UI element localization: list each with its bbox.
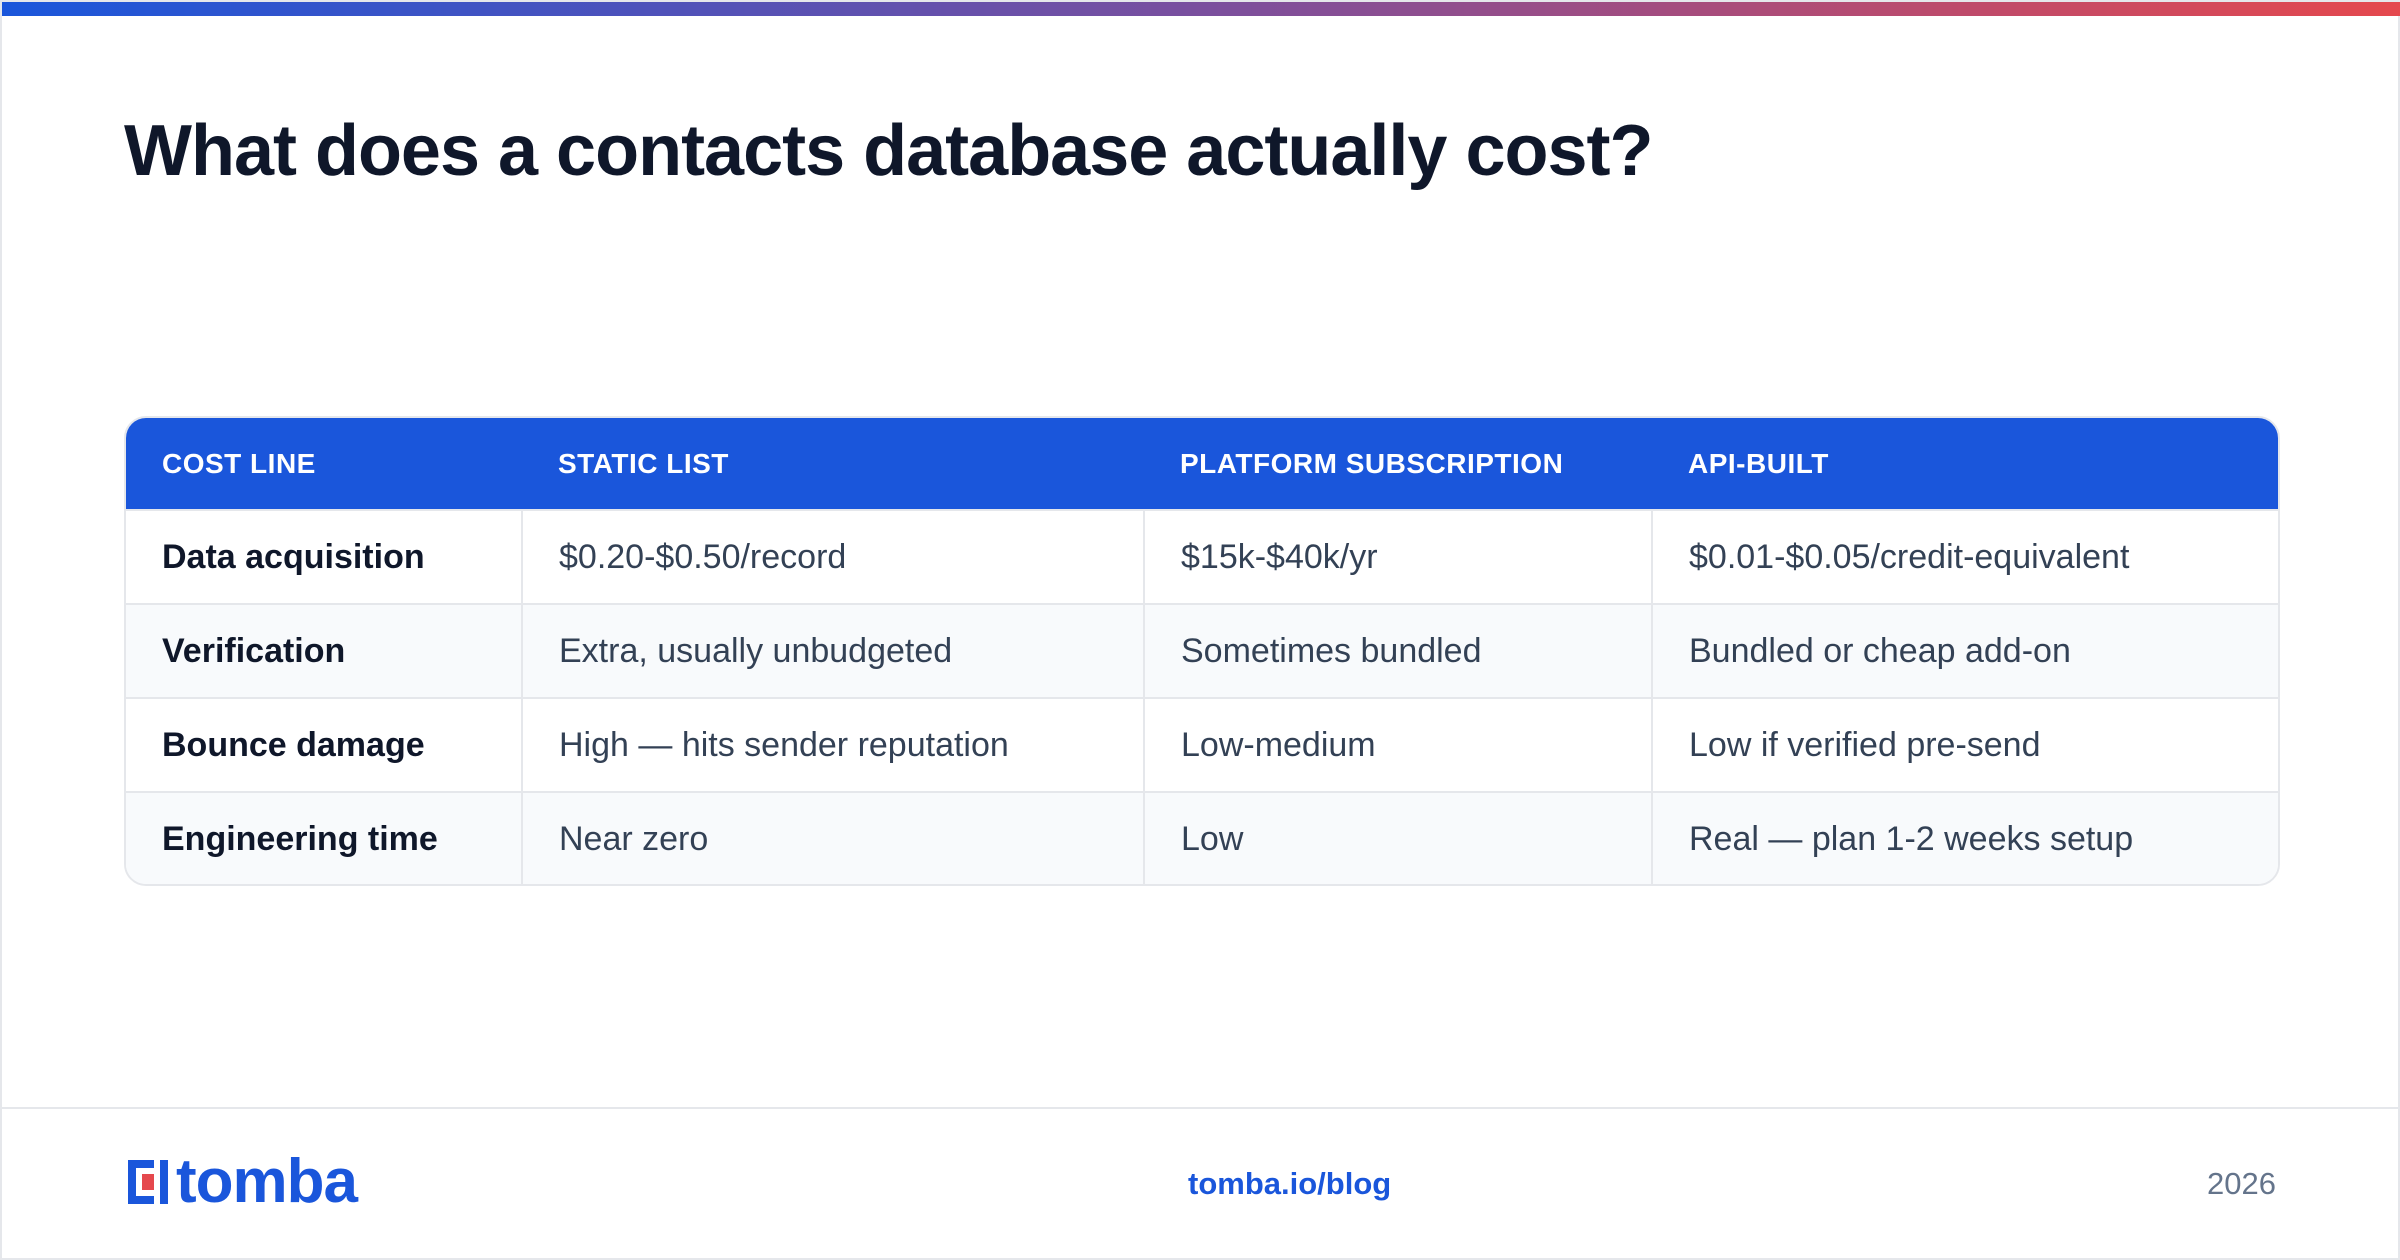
row-label: Bounce damage xyxy=(126,697,522,792)
table-cell: High — hits sender reputation xyxy=(521,697,1144,792)
column-header-api-built: API-BUILT xyxy=(1688,447,1829,479)
table-cell: Low-medium xyxy=(1143,697,1652,792)
table-cell: Low if verified pre-send xyxy=(1651,697,2278,792)
column-header-static-list: STATIC LIST xyxy=(558,447,729,479)
tomba-logo: tomba xyxy=(124,1147,358,1216)
table-cell: Real — plan 1-2 weeks setup xyxy=(1651,791,2278,884)
table-cell: Sometimes bundled xyxy=(1143,603,1652,698)
table-row: Bounce damage High — hits sender reputat… xyxy=(126,697,2278,792)
row-label: Engineering time xyxy=(126,791,522,884)
table-cell: $15k-$40k/yr xyxy=(1143,509,1652,604)
logo-wordmark: tomba xyxy=(176,1147,358,1216)
table-row: Data acquisition $0.20-$0.50/record $15k… xyxy=(126,509,2278,604)
cost-comparison-table: COST LINE STATIC LIST PLATFORM SUBSCRIPT… xyxy=(124,416,2280,886)
table-cell: $0.01-$0.05/credit-equivalent xyxy=(1651,509,2278,604)
column-header-cost-line: COST LINE xyxy=(162,447,316,479)
blog-link[interactable]: tomba.io/blog xyxy=(1188,1166,1391,1202)
gradient-top-bar xyxy=(2,2,2400,16)
table-header-row: COST LINE STATIC LIST PLATFORM SUBSCRIPT… xyxy=(126,418,2278,510)
table-cell: Low xyxy=(1143,791,1652,884)
table-cell: Bundled or cheap add-on xyxy=(1651,603,2278,698)
slide-frame: What does a contacts database actually c… xyxy=(0,0,2400,1260)
footer-divider xyxy=(2,1107,2400,1109)
footer-year: 2026 xyxy=(2207,1166,2276,1201)
row-label: Data acquisition xyxy=(126,509,522,604)
tomba-logo-icon xyxy=(128,1160,168,1204)
table-cell: Near zero xyxy=(521,791,1144,884)
page-title: What does a contacts database actually c… xyxy=(124,111,1653,191)
table-cell: $0.20-$0.50/record xyxy=(521,509,1144,604)
table-row: Engineering time Near zero Low Real — pl… xyxy=(126,791,2278,884)
table-cell: Extra, usually unbudgeted xyxy=(521,603,1144,698)
column-header-platform-subscription: PLATFORM SUBSCRIPTION xyxy=(1180,447,1564,479)
table-row: Verification Extra, usually unbudgeted S… xyxy=(126,603,2278,698)
row-label: Verification xyxy=(126,603,522,698)
